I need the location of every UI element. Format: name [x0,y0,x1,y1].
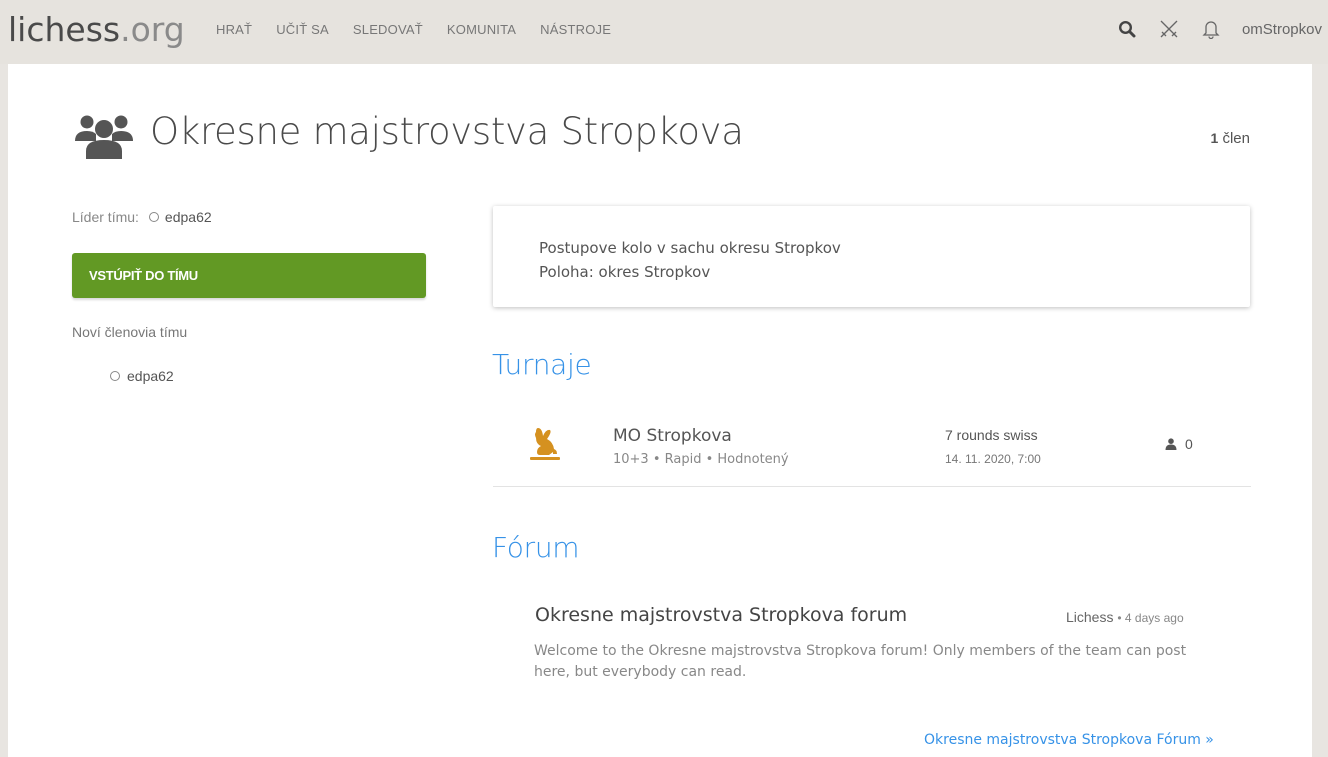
logo-tld: .org [120,10,185,49]
forum-topic-title[interactable]: Okresne majstrovstva Stropkova forum [535,604,907,626]
online-status-icon [110,371,120,381]
member-count-value: 1 [1210,130,1219,146]
team-page: Okresne majstrovstva Stropkova 1 člen Lí… [8,64,1312,757]
team-leader: Líder tímu: edpa62 [72,209,212,225]
member-link[interactable]: edpa62 [127,368,174,384]
new-members-heading: Noví členovia tímu [72,324,188,340]
main-nav: HRAŤ UČIŤ SA SLEDOVAŤ KOMUNITA NÁSTROJE [216,22,635,37]
tournament-players: 0 [1165,436,1193,452]
page-title: Okresne majstrovstva Stropkova [150,110,744,153]
table-row[interactable]: MO Stropkova 10+3 • Rapid • Hodnotený 7 … [493,412,1251,487]
group-icon [74,111,134,163]
forum-excerpt: Welcome to the Okresne majstrovstva Stro… [534,643,1187,680]
forum-link[interactable]: Okresne majstrovstva Stropkova Fórum » [924,732,1214,748]
logo-text: lichess [8,10,121,49]
nav-watch[interactable]: SLEDOVAŤ [353,22,423,37]
tournament-info: 10+3 • Rapid • Hodnotený [613,452,789,467]
nav-play[interactable]: HRAŤ [216,22,252,37]
leader-link[interactable]: edpa62 [165,209,212,225]
leader-label: Líder tímu: [72,209,139,225]
forum-heading: Fórum [492,531,580,564]
user-menu[interactable]: omStropkov [1242,21,1322,38]
description-line: Postupove kolo v sachu okresu Stropkov [539,239,841,257]
tournament-format: 7 rounds swiss [945,427,1038,443]
member-count-label: člen [1222,130,1250,147]
forum-author[interactable]: Lichess [1066,609,1113,625]
nav-learn[interactable]: UČIŤ SA [276,22,329,37]
join-team-button[interactable]: VSTÚPIŤ DO TÍMU [72,253,426,298]
rapid-rabbit-icon [528,426,562,466]
nav-community[interactable]: KOMUNITA [447,22,516,37]
team-description: Postupove kolo v sachu okresu Stropkov P… [493,206,1250,307]
nav-tools[interactable]: NÁSTROJE [540,22,611,37]
list-item[interactable]: edpa62 [110,368,174,384]
online-status-icon [148,212,159,222]
tournament-date: 14. 11. 2020, 7:00 [945,452,1041,466]
header-actions: omStropkov [1116,18,1328,40]
player-count: 0 [1185,436,1193,452]
top-bar: lichess.org HRAŤ UČIŤ SA SLEDOVAŤ KOMUNI… [0,0,1328,64]
forum-time: 4 days ago [1124,611,1184,625]
user-icon [1165,438,1177,450]
member-count: 1 člen [1211,130,1251,147]
swords-icon[interactable] [1158,18,1180,40]
forum-topic-meta: Lichess • 4 days ago [1066,609,1184,625]
site-logo[interactable]: lichess.org [8,10,185,49]
bell-icon[interactable] [1200,18,1222,40]
tournaments-heading: Turnaje [492,348,592,381]
description-line: Poloha: okres Stropkov [539,263,711,281]
tournament-name[interactable]: MO Stropkova [613,426,732,446]
search-icon[interactable] [1116,18,1138,40]
